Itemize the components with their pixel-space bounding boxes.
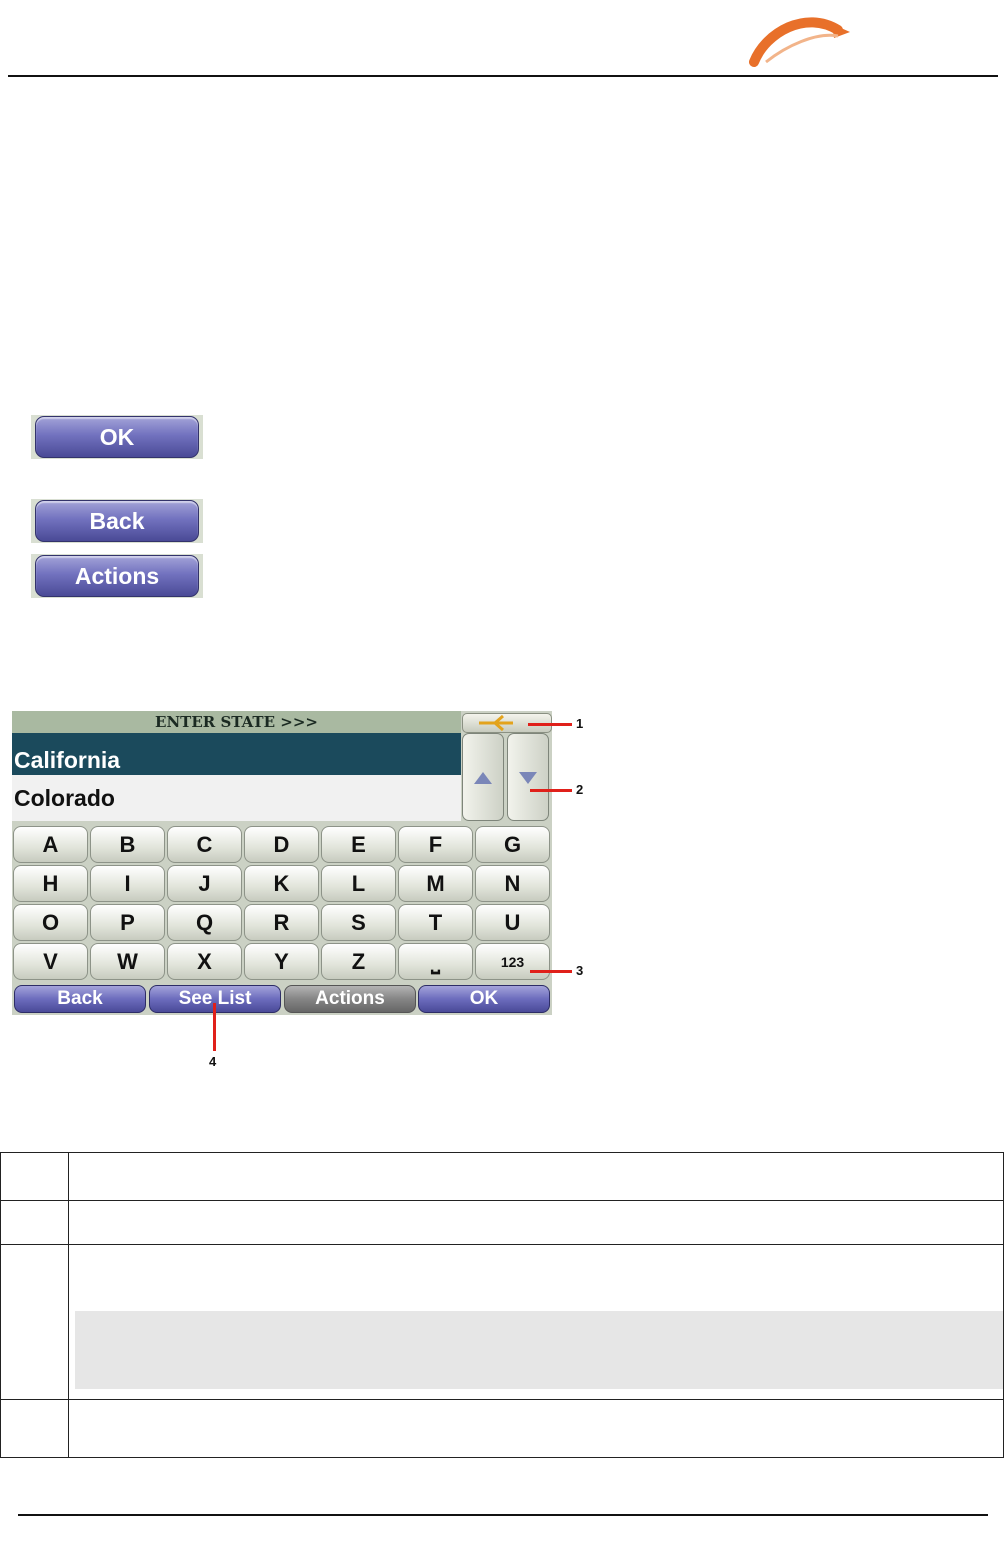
callout-line [528, 723, 572, 726]
key[interactable]: V [13, 943, 88, 980]
actions-button[interactable]: Actions [31, 554, 203, 598]
key[interactable]: L [321, 865, 396, 902]
scroll-up-button[interactable] [462, 733, 504, 821]
key[interactable]: S [321, 904, 396, 941]
key[interactable]: J [167, 865, 242, 902]
key[interactable]: M [398, 865, 473, 902]
key[interactable]: C [167, 826, 242, 863]
table-row [0, 1200, 1004, 1245]
table-row [0, 1244, 1004, 1400]
logo-icon [749, 17, 850, 67]
key[interactable]: D [244, 826, 319, 863]
screen-header: ENTER STATE >>> [12, 711, 461, 733]
key[interactable]: P [90, 904, 165, 941]
key[interactable]: G [475, 826, 550, 863]
list-item[interactable]: Colorado [12, 775, 461, 821]
key[interactable]: U [475, 904, 550, 941]
key[interactable]: I [90, 865, 165, 902]
space-key[interactable]: ⎵ [398, 943, 473, 980]
screen-actions-button[interactable]: Actions [284, 985, 416, 1013]
callout-line [213, 1003, 216, 1051]
footer-rule [18, 1514, 988, 1516]
header-rule [8, 75, 998, 77]
key[interactable]: A [13, 826, 88, 863]
ok-button[interactable]: OK [31, 415, 203, 459]
key[interactable]: F [398, 826, 473, 863]
list-item-selected[interactable]: California [12, 733, 461, 775]
triangle-down-icon [519, 772, 537, 784]
triangle-up-icon [474, 772, 492, 784]
key[interactable]: N [475, 865, 550, 902]
key[interactable]: Z [321, 943, 396, 980]
back-button[interactable]: Back [31, 499, 203, 543]
screen-ok-button[interactable]: OK [418, 985, 550, 1013]
callout-table [0, 1152, 1004, 1458]
callout-number: 3 [576, 963, 584, 978]
key[interactable]: B [90, 826, 165, 863]
state-entry-screen: ENTER STATE >>> California Colorado A B … [12, 711, 552, 1015]
note-box [75, 1311, 1003, 1389]
scroll-down-button[interactable] [507, 733, 549, 821]
numbers-key[interactable]: 123 [475, 943, 550, 980]
callout-number: 4 [209, 1054, 217, 1069]
key[interactable]: O [13, 904, 88, 941]
key[interactable]: T [398, 904, 473, 941]
key[interactable]: W [90, 943, 165, 980]
key[interactable]: R [244, 904, 319, 941]
table-row [0, 1152, 1004, 1201]
callout-line [530, 970, 572, 973]
key[interactable]: X [167, 943, 242, 980]
table-row [0, 1399, 1004, 1458]
screen-back-button[interactable]: Back [14, 985, 146, 1013]
key[interactable]: Q [167, 904, 242, 941]
key[interactable]: E [321, 826, 396, 863]
callout-line [530, 789, 572, 792]
callout-number: 2 [576, 782, 584, 797]
callout-number: 1 [576, 716, 584, 731]
key[interactable]: K [244, 865, 319, 902]
key[interactable]: H [13, 865, 88, 902]
key[interactable]: Y [244, 943, 319, 980]
